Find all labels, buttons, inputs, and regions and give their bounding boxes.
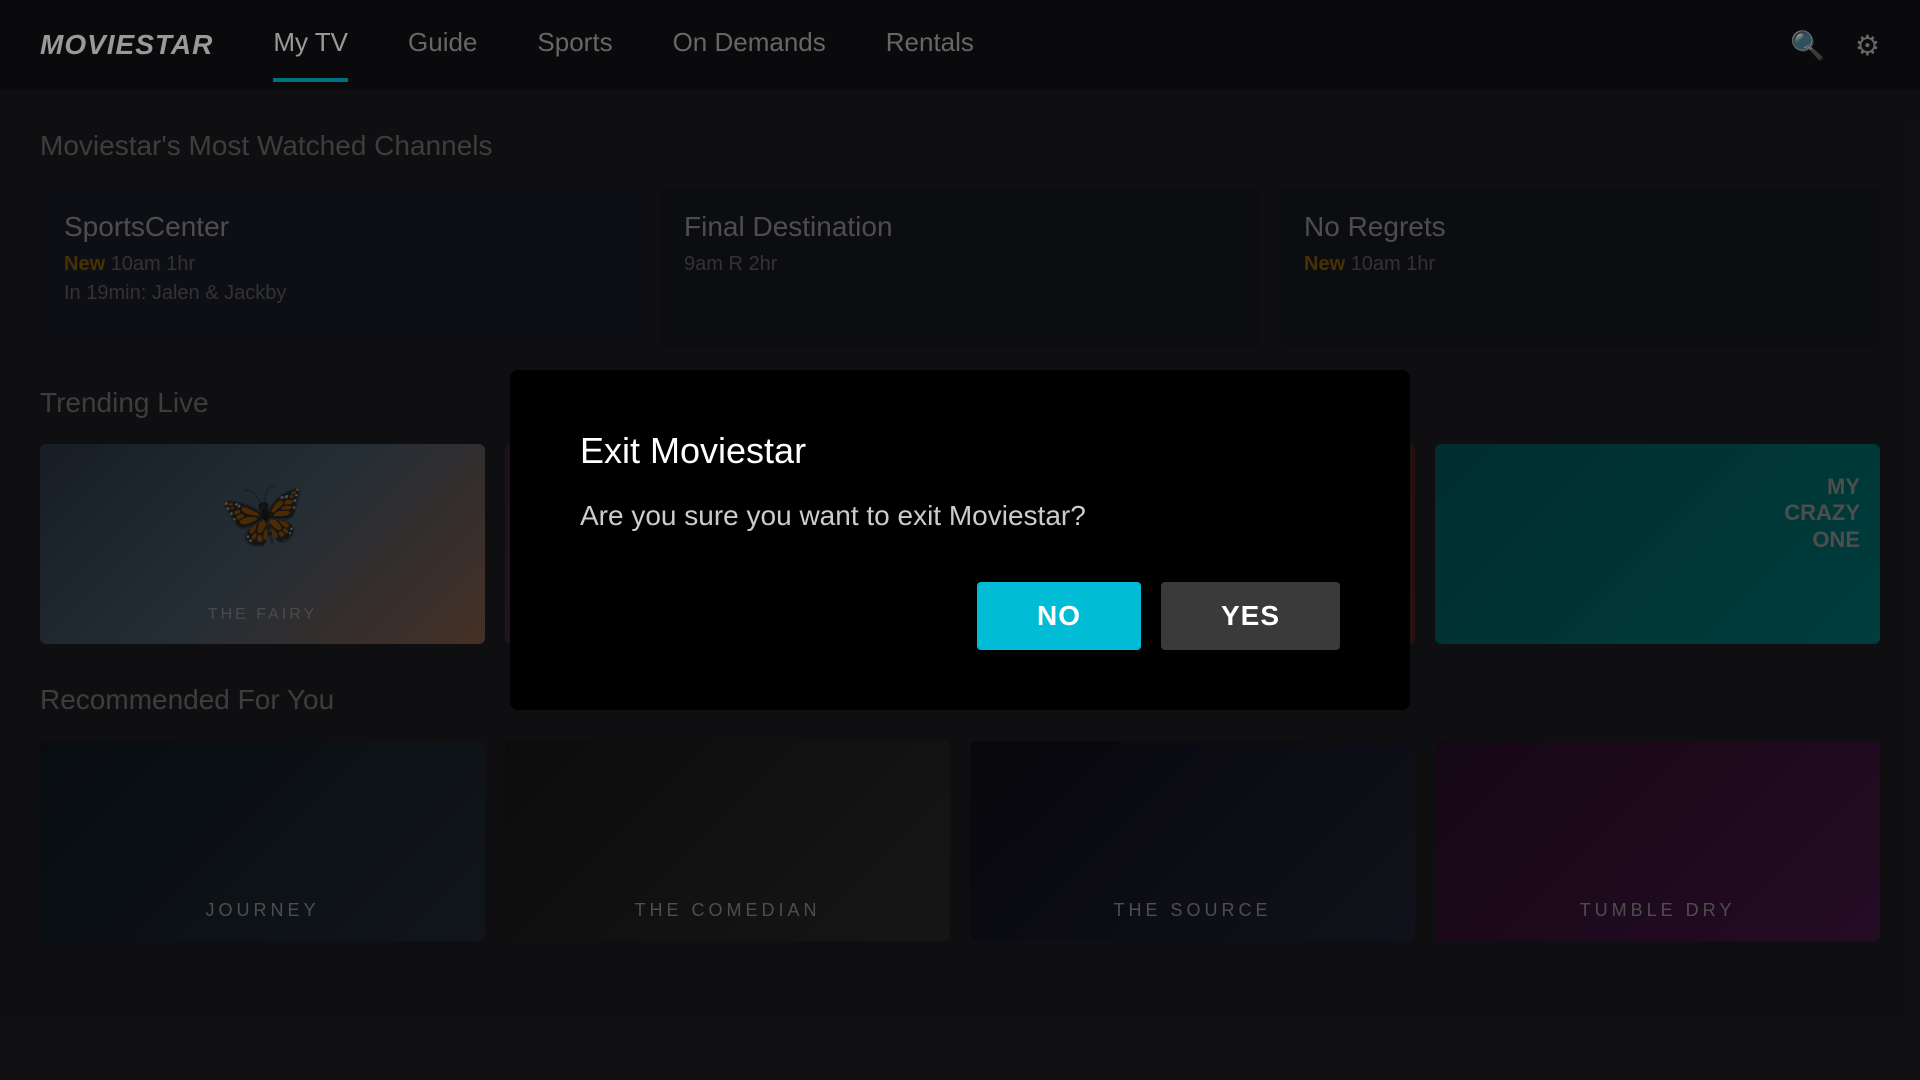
modal-overlay: Exit Moviestar Are you sure you want to … — [0, 0, 1920, 1080]
modal-message: Are you sure you want to exit Moviestar? — [580, 500, 1340, 532]
exit-modal: Exit Moviestar Are you sure you want to … — [510, 370, 1410, 710]
yes-button[interactable]: YES — [1161, 582, 1340, 650]
modal-buttons: NO YES — [580, 582, 1340, 650]
no-button[interactable]: NO — [977, 582, 1141, 650]
modal-title: Exit Moviestar — [580, 430, 1340, 472]
